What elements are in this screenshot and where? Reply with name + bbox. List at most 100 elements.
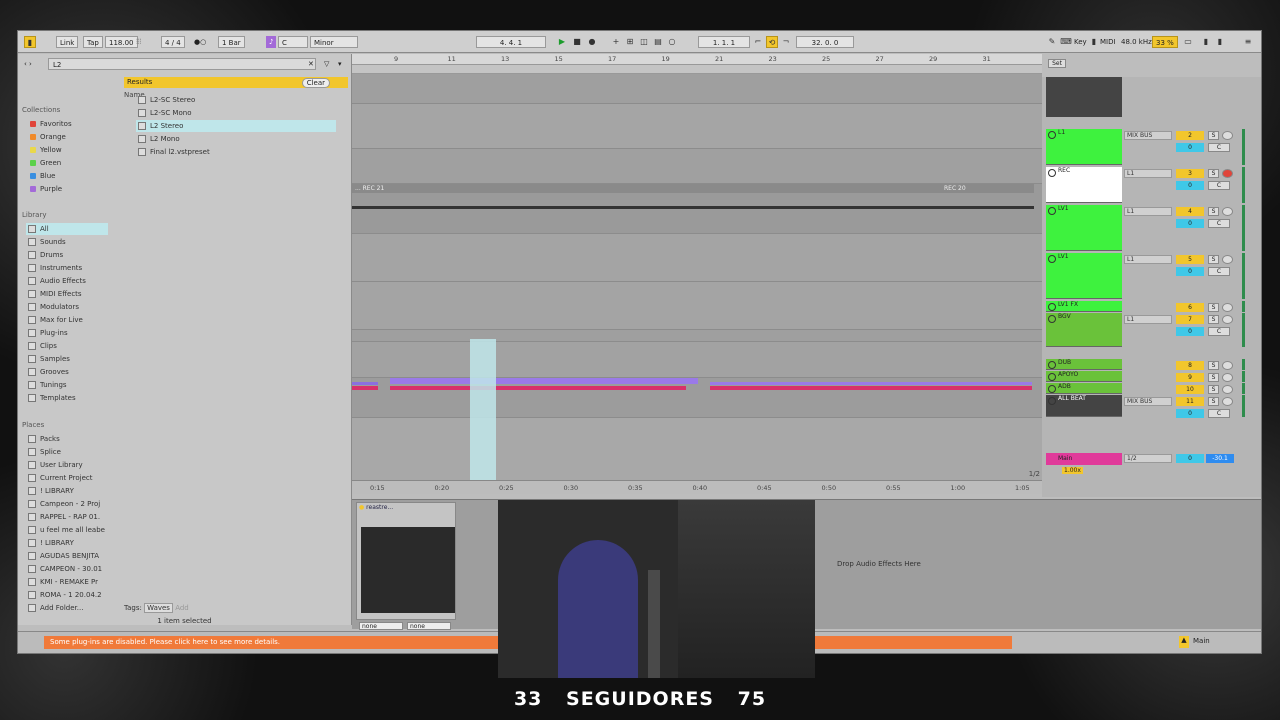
tap-button[interactable]: Tap [83, 36, 103, 48]
crossfade-button[interactable]: C [1208, 181, 1230, 190]
track-header[interactable]: BGV [1046, 313, 1122, 347]
capture-icon[interactable]: ▤ [652, 36, 664, 48]
main-pan[interactable]: 0 [1176, 454, 1204, 463]
place-item[interactable]: Splice [26, 446, 108, 458]
collection-item[interactable]: Yellow [26, 144, 108, 156]
track-activator-icon[interactable] [1048, 361, 1056, 369]
track-io-select[interactable]: MIX BUS [1124, 131, 1172, 140]
rec-lane[interactable]: ... REC 21 REC 20 [352, 184, 1042, 234]
main-volume[interactable]: -30.1 [1206, 454, 1234, 463]
track-io-select[interactable]: L1 [1124, 169, 1172, 178]
library-item[interactable]: Clips [26, 340, 108, 352]
tempo-field[interactable]: 118.00 [105, 36, 138, 48]
midi-map-button[interactable]: MIDI [1100, 36, 1116, 48]
link-button[interactable]: Link [56, 36, 79, 48]
solo-button[interactable]: S [1208, 169, 1219, 178]
track-lane[interactable] [352, 330, 1042, 342]
loop-start-field[interactable]: 1. 1. 1 [698, 36, 750, 48]
result-item[interactable]: L2 Mono [136, 133, 336, 145]
track-number[interactable]: 10 [1176, 385, 1204, 394]
result-item[interactable]: Final l2.vstpreset [136, 146, 336, 158]
back-icon[interactable]: ‹ › [24, 58, 32, 70]
library-item[interactable]: Tunings [26, 379, 108, 391]
track-header[interactable]: ADB [1046, 383, 1122, 394]
track-header[interactable]: APOYO [1046, 371, 1122, 382]
drop-zone-hint[interactable]: Drop Audio Effects Here [837, 560, 921, 568]
metronome-icon[interactable]: ⫶⫶⫶ [136, 36, 141, 48]
arm-button[interactable] [1222, 315, 1233, 324]
record-icon[interactable]: ● [586, 36, 598, 48]
track-header[interactable]: REC [1046, 167, 1122, 203]
midi-in-icon[interactable]: ▮ [1088, 36, 1100, 48]
midi-clip[interactable] [390, 378, 698, 384]
place-item[interactable]: CAMPEON - 30.01 [26, 563, 108, 575]
pan-field[interactable]: 0 [1176, 219, 1204, 228]
library-item[interactable]: Instruments [26, 262, 108, 274]
loop-length-field[interactable]: 32. 0. 0 [796, 36, 854, 48]
automation-clip[interactable] [352, 386, 378, 390]
pan-field[interactable]: 0 [1176, 267, 1204, 276]
track-number[interactable]: 5 [1176, 255, 1204, 264]
track-number[interactable]: 11 [1176, 397, 1204, 406]
loop-brace[interactable] [352, 65, 1042, 74]
collection-item[interactable]: Blue [26, 170, 108, 182]
library-item[interactable]: Samples [26, 353, 108, 365]
clear-search-icon[interactable]: ✕ [308, 58, 314, 70]
arm-button[interactable] [1222, 373, 1233, 382]
input-select[interactable]: none [359, 622, 403, 630]
place-item[interactable]: AGUDAS BENJITA [26, 550, 108, 562]
collection-item[interactable]: Purple [26, 183, 108, 195]
punch-out-icon[interactable]: ¬ [780, 36, 792, 48]
track-activator-icon[interactable] [1048, 303, 1056, 311]
automation-clip[interactable] [390, 386, 686, 390]
scale-icon[interactable]: ♪ [266, 36, 277, 48]
track-lane[interactable] [352, 282, 1042, 330]
automation-arm-icon[interactable]: ⊞ [624, 36, 636, 48]
menu-icon[interactable]: ▮ [24, 36, 36, 48]
solo-button[interactable]: S [1208, 315, 1219, 324]
track-lane[interactable] [352, 378, 1042, 418]
track-header[interactable]: LV1 FX [1046, 301, 1122, 312]
set-button[interactable]: Set [1048, 59, 1066, 68]
play-icon[interactable]: ▶ [556, 36, 568, 48]
track-number[interactable]: 7 [1176, 315, 1204, 324]
track-activator-icon[interactable] [1048, 169, 1056, 177]
arm-button[interactable] [1222, 255, 1233, 264]
track-activator-icon[interactable] [1048, 397, 1056, 405]
track-activator-icon[interactable] [1048, 207, 1056, 215]
crossfade-button[interactable]: C [1208, 143, 1230, 152]
main-output[interactable]: 1/2 [1124, 454, 1172, 463]
record-dots-icon[interactable]: ●○ [194, 36, 206, 48]
quantize-select[interactable]: 1 Bar [218, 36, 245, 48]
track-lane[interactable] [352, 342, 1042, 378]
tag-chip[interactable]: Waves [144, 603, 173, 613]
stop-icon[interactable]: ■ [571, 36, 583, 48]
main-track[interactable]: Main [1046, 453, 1122, 465]
solo-button[interactable]: S [1208, 385, 1219, 394]
track-number[interactable]: 8 [1176, 361, 1204, 370]
automation-clip[interactable] [710, 386, 1032, 390]
place-item[interactable]: ! LIBRARY [26, 537, 108, 549]
library-item[interactable]: Max for Live [26, 314, 108, 326]
place-item[interactable]: User Library [26, 459, 108, 471]
midi-clip[interactable] [710, 382, 1032, 385]
library-item[interactable]: Templates [26, 392, 108, 404]
place-item[interactable]: Add Folder... [26, 602, 108, 614]
position-field[interactable]: 4. 4. 1 [476, 36, 546, 48]
computer-keyboard-icon[interactable]: ⌨ [1060, 36, 1072, 48]
track-lane[interactable] [352, 234, 1042, 282]
output-select[interactable]: none [407, 622, 451, 630]
place-item[interactable]: Campeon - 2 Proj [26, 498, 108, 510]
collection-item[interactable]: Orange [26, 131, 108, 143]
track-io-select[interactable]: L1 [1124, 315, 1172, 324]
result-item[interactable]: L2-SC Mono [136, 107, 336, 119]
arm-button[interactable] [1222, 169, 1233, 178]
key-map-button[interactable]: Key [1074, 36, 1087, 48]
overdub-icon[interactable]: + [610, 36, 622, 48]
place-item[interactable]: KMI - REMAKE Pr [26, 576, 108, 588]
plugin-title[interactable]: ● reastre... [359, 504, 393, 511]
track-number[interactable]: 6 [1176, 303, 1204, 312]
solo-button[interactable]: S [1208, 397, 1219, 406]
result-item[interactable]: L2 Stereo [136, 120, 336, 132]
filter-icon[interactable]: ▽ [324, 58, 329, 70]
